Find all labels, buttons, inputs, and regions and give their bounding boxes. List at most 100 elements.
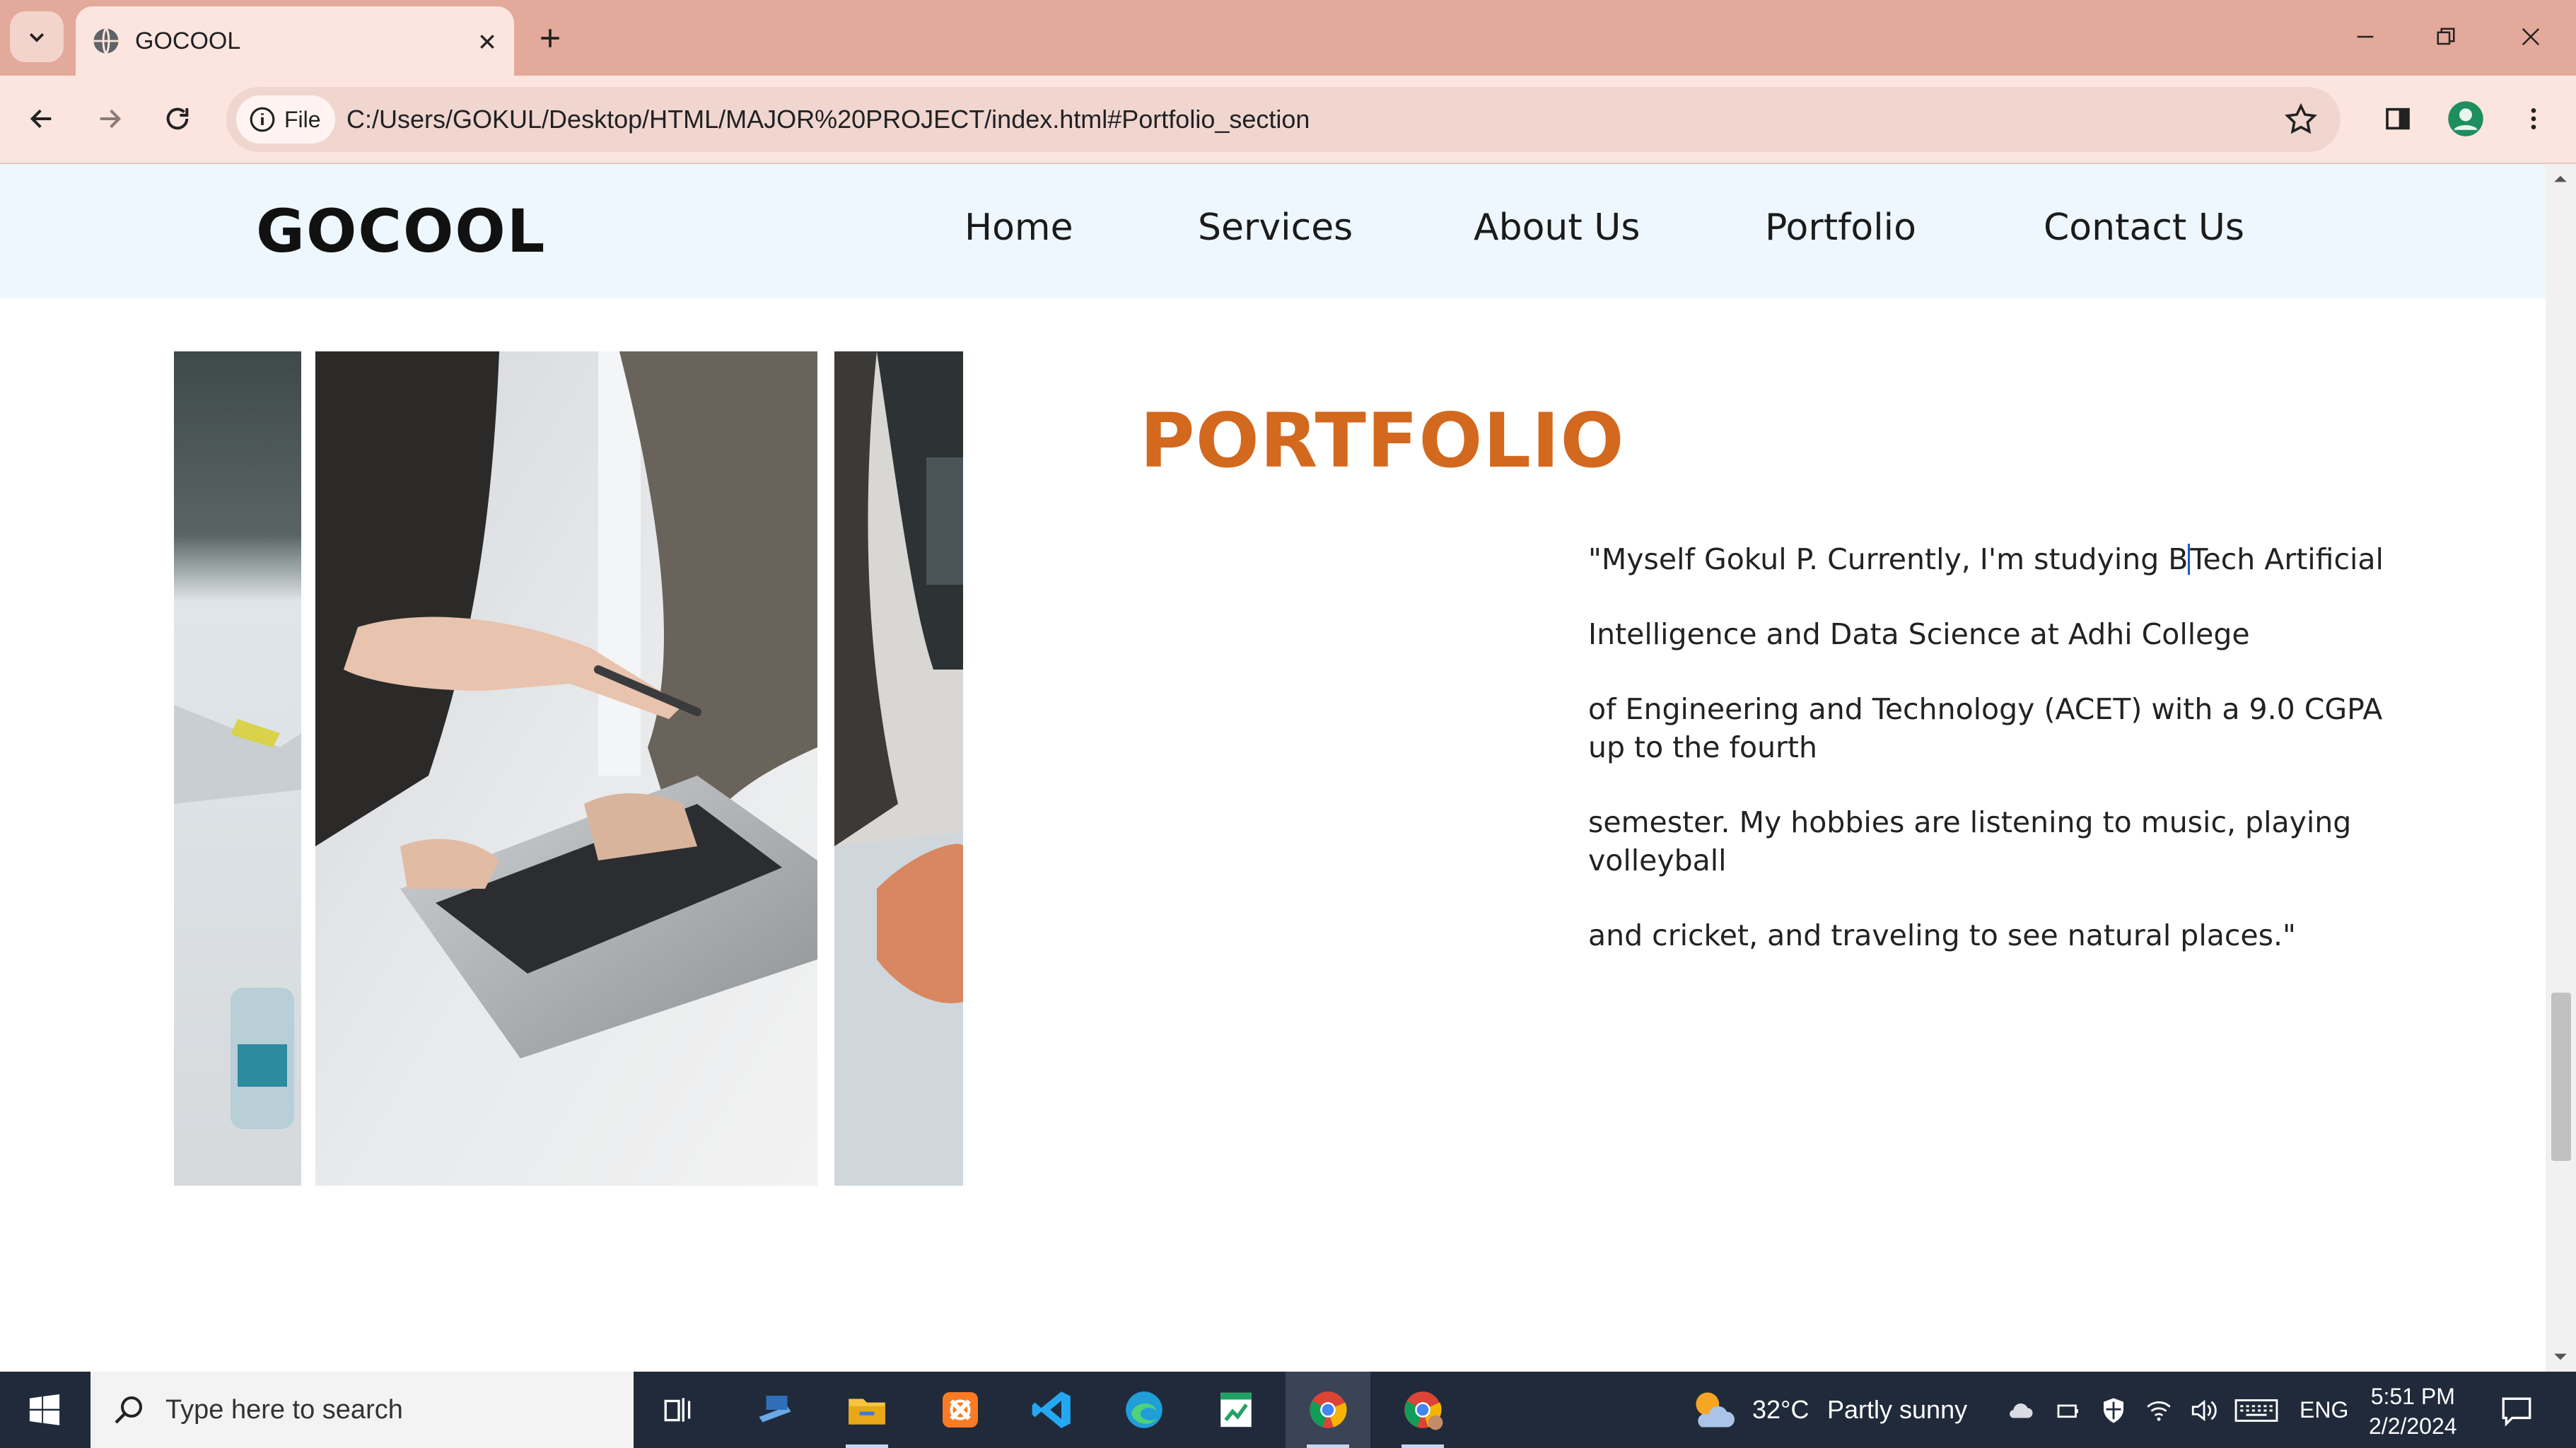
globe-icon <box>93 28 119 54</box>
minimize-button[interactable] <box>2326 11 2404 62</box>
arrow-left-icon <box>30 109 52 129</box>
close-icon <box>2522 28 2540 46</box>
reload-button[interactable] <box>154 95 201 142</box>
vscode-icon <box>1032 1391 1071 1428</box>
xampp-icon <box>943 1392 978 1427</box>
chevron-down-icon <box>29 33 45 42</box>
taskbar-app-chrome-active[interactable] <box>1286 1372 1370 1448</box>
notification-icon[interactable] <box>2499 1393 2534 1428</box>
language-indicator[interactable]: ENG <box>2300 1372 2348 1448</box>
bio-text: "Myself Gokul P. Currently, I'm studying… <box>1588 542 2189 576</box>
chrome-icon <box>1404 1391 1443 1430</box>
weather-condition[interactable]: Partly sunny <box>1827 1372 1967 1448</box>
more-vertical-icon <box>2531 108 2536 129</box>
taskbar-app-file-explorer[interactable] <box>824 1372 909 1448</box>
restore-icon <box>2437 28 2455 45</box>
taskbar-app-xampp[interactable] <box>918 1372 1003 1448</box>
taskbar-search[interactable]: Type here to search <box>91 1372 634 1448</box>
spreadsheet-icon <box>1220 1392 1252 1427</box>
search-icon <box>115 1396 142 1424</box>
page-scrollbar[interactable] <box>2546 164 2576 1372</box>
portfolio-heading: PORTFOLIO <box>1140 397 1625 484</box>
search-placeholder: Type here to search <box>165 1395 403 1425</box>
battery-plug-icon[interactable] <box>2053 1396 2083 1425</box>
browser-tab-strip: GOCOOL <box>0 0 2576 76</box>
taskbar-app-remote[interactable] <box>733 1372 817 1448</box>
running-indicator <box>1401 1444 1444 1448</box>
windows-logo-icon <box>29 1394 60 1425</box>
bio-paragraph: "Myself Gokul P. Currently, I'm studying… <box>1588 540 2387 578</box>
nav-contact-us[interactable]: Contact Us <box>2044 206 2244 249</box>
edge-icon <box>1126 1391 1162 1428</box>
minimize-icon <box>2357 35 2374 38</box>
info-icon <box>250 107 275 132</box>
taskbar-app-edge[interactable] <box>1102 1372 1187 1448</box>
site-header: GOCOOL Home Services About Us Portfolio … <box>0 164 2546 298</box>
clock-time: 5:51 PM <box>2370 1384 2455 1409</box>
system-clock[interactable]: 5:51 PM 2/2/2024 <box>2369 1382 2457 1441</box>
bio-text: Tech Artificial <box>2190 542 2384 576</box>
arrow-right-icon <box>100 109 122 129</box>
browser-tab[interactable]: GOCOOL <box>76 6 514 76</box>
restore-button[interactable] <box>2407 11 2485 62</box>
site-logo[interactable]: GOCOOL <box>256 197 546 266</box>
site-info-chip[interactable]: File <box>236 95 335 144</box>
taskbar-app-sheets[interactable] <box>1194 1372 1278 1448</box>
running-indicator <box>1307 1444 1349 1448</box>
clock-date: 2/2/2024 <box>2369 1413 2457 1439</box>
tab-close-button[interactable] <box>470 25 504 59</box>
nav-services[interactable]: Services <box>1198 206 1353 249</box>
page-viewport: GOCOOL Home Services About Us Portfolio … <box>0 164 2546 1372</box>
nav-home[interactable]: Home <box>964 206 1073 249</box>
star-icon[interactable] <box>2284 103 2318 136</box>
chip-label: File <box>284 106 321 132</box>
menu-button[interactable] <box>2510 95 2557 142</box>
address-bar[interactable]: File C:/Users/GOKUL/Desktop/HTML/MAJOR%2… <box>226 87 2341 152</box>
taskbar-app-chrome-profile[interactable] <box>1380 1372 1465 1448</box>
task-view-icon <box>664 1398 691 1422</box>
wifi-icon[interactable] <box>2144 1396 2174 1425</box>
bio-paragraph: semester. My hobbies are listening to mu… <box>1588 805 2352 877</box>
start-button[interactable] <box>0 1372 89 1448</box>
close-window-button[interactable] <box>2492 11 2570 62</box>
scroll-up-icon[interactable] <box>2553 171 2568 187</box>
volume-icon[interactable] <box>2189 1396 2219 1425</box>
keyboard-icon[interactable] <box>2234 1396 2278 1425</box>
cloud-sync-icon[interactable] <box>2005 1396 2035 1425</box>
nav-portfolio[interactable]: Portfolio <box>1765 206 1916 249</box>
new-tab-button[interactable] <box>530 18 570 58</box>
close-icon <box>480 35 494 49</box>
windows-taskbar: Type here to search 32°C Partly sunny EN… <box>0 1372 2576 1448</box>
running-indicator <box>846 1444 888 1448</box>
plus-icon <box>541 29 559 47</box>
profile-button[interactable] <box>2442 95 2489 142</box>
nav-about-us[interactable]: About Us <box>1474 206 1640 249</box>
bio-paragraph: Intelligence and Data Science at Adhi Co… <box>1588 617 2250 651</box>
weather-partly-sunny-icon[interactable] <box>1690 1389 1737 1431</box>
weather-temp[interactable]: 32°C <box>1752 1372 1809 1448</box>
portfolio-image-right <box>834 351 963 1186</box>
bio-paragraph: and cricket, and traveling to see natura… <box>1588 918 2296 952</box>
reload-icon <box>166 107 189 130</box>
side-panel-icon <box>2386 107 2410 130</box>
portfolio-image-left <box>174 351 301 1186</box>
portfolio-image-center <box>315 351 817 1186</box>
back-button[interactable] <box>18 95 65 142</box>
scroll-down-icon[interactable] <box>2553 1349 2568 1365</box>
portfolio-bio: "Myself Gokul P. Currently, I'm studying… <box>1588 540 2387 991</box>
avatar-icon <box>2448 101 2483 136</box>
task-view-button[interactable] <box>636 1372 721 1448</box>
chrome-icon <box>1310 1391 1347 1428</box>
forward-button[interactable] <box>86 95 133 142</box>
browser-toolbar: File C:/Users/GOKUL/Desktop/HTML/MAJOR%2… <box>0 76 2576 164</box>
remote-desktop-icon <box>759 1396 791 1423</box>
tab-title: GOCOOL <box>135 28 241 54</box>
bio-paragraph: of Engineering and Technology (ACET) wit… <box>1588 692 2383 764</box>
scrollbar-thumb[interactable] <box>2551 993 2571 1161</box>
tab-search-button[interactable] <box>10 11 64 62</box>
security-shield-icon[interactable] <box>2099 1396 2128 1425</box>
side-panel-button[interactable] <box>2374 95 2421 142</box>
taskbar-app-vscode[interactable] <box>1010 1372 1095 1448</box>
url-text[interactable]: C:/Users/GOKUL/Desktop/HTML/MAJOR%20PROJ… <box>346 87 1310 152</box>
folder-icon <box>849 1399 885 1425</box>
